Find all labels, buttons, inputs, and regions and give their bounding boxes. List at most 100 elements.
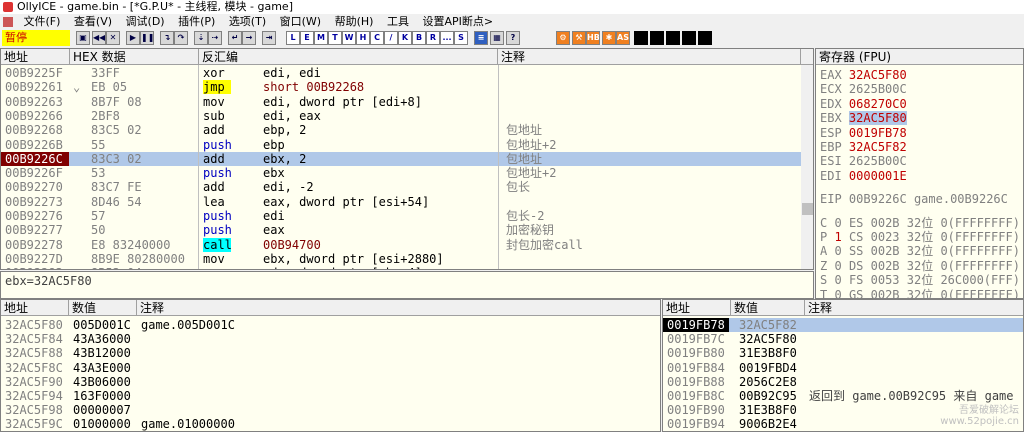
register-value[interactable]: 32AC5F80 [849, 68, 907, 82]
dump-row[interactable]: 32AC5F98 00000007 [1, 403, 660, 417]
close-icon[interactable]: ✕ [106, 31, 120, 45]
blank-tool-1[interactable] [634, 31, 648, 45]
eip-row[interactable]: EIP 00B9226C game.00B9226C [820, 192, 1008, 206]
threads-window-button[interactable]: T [328, 31, 342, 45]
blank-tool-2[interactable] [650, 31, 664, 45]
flag-segment-row[interactable]: Z 0 DS 002B 32位 0(FFFFFFFF) [820, 259, 1020, 273]
register-value[interactable]: 0019FB78 [849, 126, 907, 140]
register-value[interactable]: 2625B00C [849, 82, 907, 96]
disassembly-pane[interactable]: 地址 HEX 数据 反汇编 注释 00B9225F 33FF xor edi, edi… [0, 48, 814, 270]
col-address-header[interactable]: 地址 [1, 49, 70, 65]
open-icon[interactable]: ▣ [76, 31, 90, 45]
register-row[interactable]: EBX 32AC5F80 [820, 111, 907, 126]
register-value[interactable]: 0000001E [849, 169, 907, 183]
menu-file[interactable]: 文件(F) [21, 14, 64, 30]
flag-value[interactable]: 0 [834, 244, 841, 258]
disasm-row[interactable]: 00B92263 8B7F 08 mov edi, dword ptr [edi+8] [1, 95, 801, 109]
source-window-button[interactable]: S [454, 31, 468, 45]
goto-icon[interactable]: → [242, 31, 256, 45]
rewind-icon[interactable]: ◀◀ [92, 31, 106, 45]
stack-row[interactable]: 0019FB8C 00B92C95 返回到 game.00B92C95 来自 gam… [663, 389, 1023, 403]
stack-row[interactable]: 0019FB80 31E3B8F0 [663, 346, 1023, 360]
disasm-row[interactable]: 00B9226B 55 push ebp 包地址+2 [1, 138, 801, 152]
help-icon[interactable]: ? [506, 31, 520, 45]
dump-pane[interactable]: 地址 数值 注释 32AC5F80 005D001C game.005D001C 32… [0, 299, 661, 432]
disasm-row[interactable]: 00B9226F 53 push ebx 包地址+2 [1, 166, 801, 180]
system-menu-icon[interactable] [3, 17, 13, 27]
patches-window-button[interactable]: / [384, 31, 398, 45]
stack-row[interactable]: 0019FB7C 32AC5F80 [663, 332, 1023, 346]
register-value[interactable]: 068270C0 [849, 97, 907, 111]
register-value[interactable]: 32AC5F82 [849, 140, 907, 154]
disasm-row[interactable]: 00B92270 83C7 FE add edi, -2 包长 [1, 180, 801, 194]
memory-window-button[interactable]: M [314, 31, 328, 45]
register-row[interactable]: ESP 0019FB78 [820, 126, 907, 140]
col-comment-header[interactable]: 注释 [498, 49, 801, 65]
registers-pane[interactable]: 寄存器 (FPU) EAX 32AC5F80 ECX 2625B00C EDX 06… [815, 48, 1024, 299]
dump-col-comment-header[interactable]: 注释 [137, 300, 660, 316]
flag-segment-row[interactable]: T 0 GS 002B 32位 0(FFFFFFFF) [820, 288, 1020, 298]
disasm-row[interactable]: 00B92273 8D46 54 lea eax, dword ptr [esi+54… [1, 195, 801, 209]
disassembly-scrollbar[interactable] [801, 65, 813, 269]
references-window-button[interactable]: R [426, 31, 440, 45]
handles-window-button[interactable]: H [356, 31, 370, 45]
plugin-3-icon[interactable]: ✱ [602, 31, 616, 45]
flag-segment-row[interactable]: A 0 SS 002B 32位 0(FFFFFFFF) [820, 244, 1020, 258]
menu-view[interactable]: 查看(V) [71, 14, 115, 30]
col-hex-header[interactable]: HEX 数据 [70, 49, 199, 65]
register-row[interactable]: EDI 0000001E [820, 169, 907, 183]
flag-value[interactable]: 0 [834, 259, 841, 273]
menu-window[interactable]: 窗口(W) [277, 14, 324, 30]
dump-row[interactable]: 32AC5F88 43B12000 [1, 346, 660, 360]
plugin-1-icon[interactable]: ⚙ [556, 31, 570, 45]
go-to-address-icon[interactable]: ⇥ [262, 31, 276, 45]
eip-value[interactable]: 00B9226C [849, 192, 907, 206]
plugin-2-icon[interactable]: ⚒ [572, 31, 586, 45]
stack-row[interactable]: 0019FB88 2056C2E8 [663, 375, 1023, 389]
disasm-row[interactable]: 00B9225F 33FF xor edi, edi [1, 66, 801, 80]
disasm-row[interactable]: 00B92268 83C5 02 add ebp, 2 包地址 [1, 123, 801, 137]
trace-into-icon[interactable]: ⇣ [194, 31, 208, 45]
flag-value[interactable]: 1 [834, 230, 841, 244]
stack-row[interactable]: 0019FB78 32AC5F82 [663, 318, 1023, 332]
stack-col-address-header[interactable]: 地址 [663, 300, 731, 316]
hardware-breakpoint-button[interactable]: HBP [586, 31, 600, 45]
disasm-row[interactable]: 00B92277 50 push eax 加密秘钥 [1, 223, 801, 237]
disasm-row[interactable]: 00B92283 8B53 04 mov edx, dword ptr [ebx+4] [1, 266, 801, 269]
flag-segment-row[interactable]: P 1 CS 0023 32位 0(FFFFFFFF) [820, 230, 1020, 244]
register-row[interactable]: ESI 2625B00C [820, 154, 907, 168]
options-icon[interactable]: ≡ [474, 31, 488, 45]
dump-row[interactable]: 32AC5F94 163F0000 [1, 389, 660, 403]
dump-row[interactable]: 32AC5F84 43A36000 [1, 332, 660, 346]
menu-debug[interactable]: 调试(D) [123, 14, 168, 30]
breakpoints-window-button[interactable]: B [412, 31, 426, 45]
stack-col-comment-header[interactable]: 注释 [805, 300, 1023, 316]
step-into-icon[interactable]: ↴ [160, 31, 174, 45]
menu-api-breakpoint[interactable]: 设置API断点> [419, 14, 496, 30]
log-window-button[interactable]: L [286, 31, 300, 45]
menu-plugins[interactable]: 插件(P) [175, 14, 218, 30]
disasm-row[interactable]: 00B92278 E8 83240000 call 00B94700 封包加密call [1, 237, 801, 252]
assembler-button[interactable]: ASM [616, 31, 630, 45]
cpu-window-button[interactable]: C [370, 31, 384, 45]
run-trace-window-button[interactable]: ... [440, 31, 454, 45]
modules-window-button[interactable]: E [300, 31, 314, 45]
flag-segment-row[interactable]: C 0 ES 002B 32位 0(FFFFFFFF) [820, 216, 1020, 230]
call-stack-window-button[interactable]: K [398, 31, 412, 45]
blank-tool-5[interactable] [698, 31, 712, 45]
disasm-row[interactable]: 00B9226C 83C3 02 add ebx, 2 包地址 [1, 151, 801, 166]
appearance-icon[interactable]: ▦ [490, 31, 504, 45]
stack-col-value-header[interactable]: 数值 [731, 300, 805, 316]
menu-help[interactable]: 帮助(H) [332, 14, 377, 30]
execute-till-return-icon[interactable]: ↵ [228, 31, 242, 45]
disasm-row[interactable]: 00B92276 57 push edi 包长-2 [1, 209, 801, 223]
run-icon[interactable]: ▶ [126, 31, 140, 45]
disasm-row[interactable]: 00B9227D 8B9E 80280000 mov ebx, dword ptr [… [1, 252, 801, 266]
dump-col-address-header[interactable]: 地址 [1, 300, 69, 316]
disassembly-scroll-thumb[interactable] [802, 203, 813, 215]
dump-row[interactable]: 32AC5F8C 43A3E000 [1, 361, 660, 375]
flag-value[interactable]: 0 [834, 288, 841, 298]
menu-options[interactable]: 选项(T) [226, 14, 269, 30]
pause-icon[interactable]: ❚❚ [140, 31, 154, 45]
flag-value[interactable]: 0 [834, 216, 841, 230]
